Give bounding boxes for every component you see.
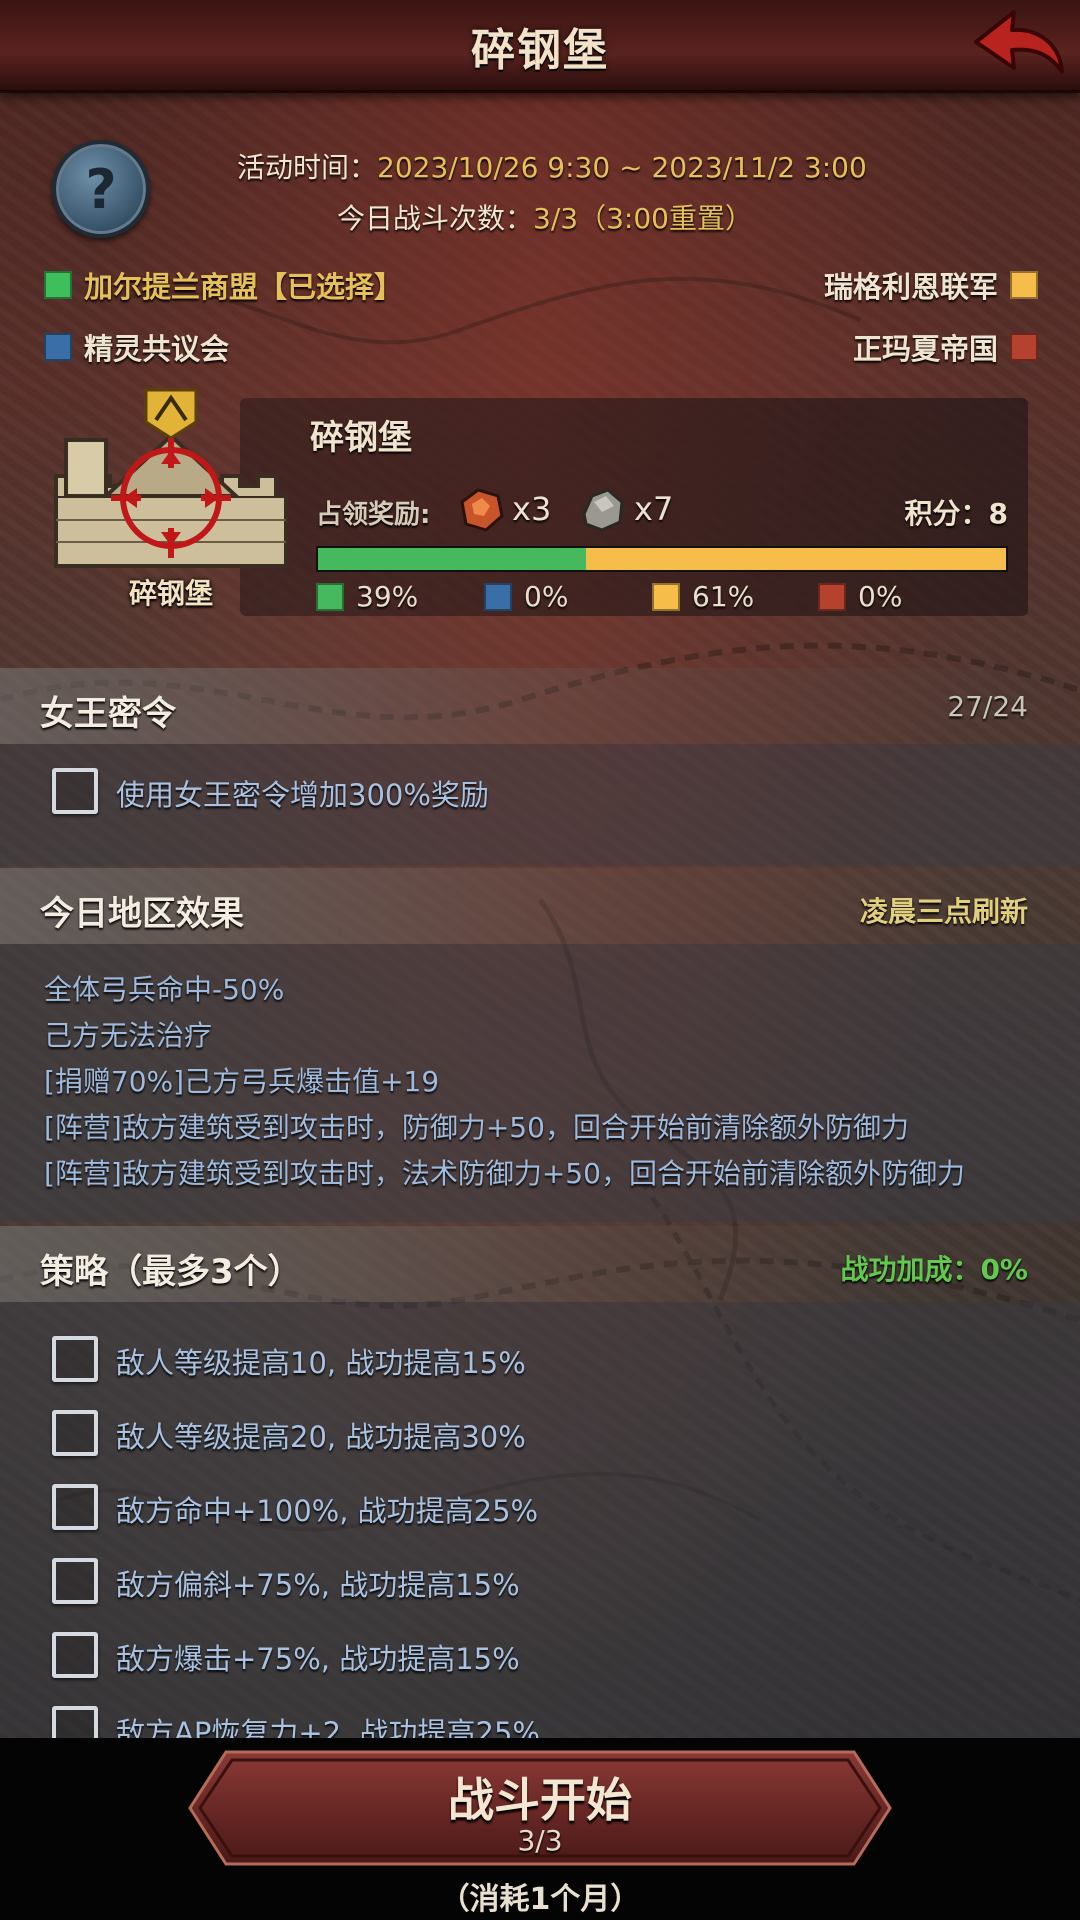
region-effect: [捐赠70%]己方弓兵爆击值+19 [44,1065,440,1098]
castle-score: 积分：8 [905,492,1009,532]
faction-color-swatch [652,582,680,611]
daily-battles-label: 今日战斗次数： [337,202,534,235]
reward-qty: x3 [512,490,552,528]
question-icon: ? [85,157,117,221]
strategy-bonus: 战功加成：0% [840,1253,1028,1286]
region-effects-header: 今日地区效果 凌晨三点刷新 [0,868,1080,944]
back-arrow-icon[interactable] [968,6,1068,86]
faction-color-swatch [1010,271,1038,299]
castle-icon-caption: 碎钢堡 [128,577,213,610]
reward-label: 占领奖励: [316,500,431,530]
start-battle-count: 3/3 [517,1824,563,1857]
reward-item: x3 [456,484,551,534]
share-green: 39% [316,580,418,613]
start-battle-cost: （消耗1个月） [439,1882,641,1917]
strategy-option: 敌人等级提高10, 战功提高15% [116,1346,526,1380]
strategy-checkbox[interactable] [52,1558,98,1604]
start-battle-label: 战斗开始 [448,1773,632,1827]
faction-galtiran: 加尔提兰商盟【已选择】 [44,264,403,306]
faction-empire: 正玛夏帝国 [853,326,1038,368]
faction-label: 瑞格利恩联军 [823,270,998,304]
strategy-option: 敌方命中+100%, 战功提高25% [116,1494,539,1528]
region-refresh-note: 凌晨三点刷新 [859,895,1028,928]
share-value: 0% [524,580,569,613]
daily-battles: 今日战斗次数：3/3（3:00重置） [337,197,753,237]
share-red: 0% [818,580,902,613]
strategy-option: 敌人等级提高20, 战功提高30% [116,1420,526,1454]
event-time-value: 2023/10/26 9:30 ~ 2023/11/2 3:00 [377,151,867,184]
queen-decree-count: 27/24 [947,690,1028,723]
score-value: 8 [988,497,1008,530]
stone-icon [582,488,624,532]
faction-regrion: 瑞格利恩联军 [824,264,1038,306]
region-effect: 己方无法治疗 [44,1019,213,1052]
share-yellow: 61% [652,580,754,613]
region-effect: [阵营]敌方建筑受到攻击时，法术防御力+50，回合开始前清除额外防御力 [44,1157,965,1190]
strategy-header: 策略（最多3个） 战功加成：0% [0,1226,1080,1302]
share-value: 61% [692,580,755,613]
page-title: 碎钢堡 [471,25,609,76]
daily-battles-value: 3/3（3:00重置） [533,202,753,235]
region-effect: 全体弓兵命中-50% [44,973,285,1006]
faction-label: 精灵共议会 [84,332,230,366]
event-time: 活动时间：2023/10/26 9:30 ~ 2023/11/2 3:00 [237,146,867,186]
section-title: 今日地区效果 [40,894,244,934]
faction-color-swatch [818,582,846,611]
progress-segment [318,548,587,570]
queen-decree-checkbox[interactable] [52,768,98,814]
occupation-progress-bar [316,546,1008,572]
top-bar: 碎钢堡 [0,0,1080,93]
queen-decree-option: 使用女王密令增加300%奖励 [116,778,489,812]
faction-elf-council: 精灵共议会 [44,326,229,368]
reward-qty: x7 [634,490,674,528]
score-label: 积分： [904,497,989,530]
section-title: 女王密令 [40,694,176,734]
strategy-checkbox[interactable] [52,1336,98,1382]
help-button[interactable]: ? [52,140,150,238]
queen-decree-header: 女王密令 27/24 [0,668,1080,744]
faction-color-swatch [316,582,344,611]
castle-name: 碎钢堡 [310,418,412,458]
faction-color-swatch [484,582,512,611]
faction-color-swatch [44,333,72,361]
faction-label: 加尔提兰商盟【已选择】 [84,270,404,304]
faction-color-swatch [44,271,72,299]
faction-label: 正玛夏帝国 [852,332,998,366]
progress-segment [586,548,1006,570]
share-blue: 0% [484,580,568,613]
ore-icon [460,488,504,532]
reward-item: x7 [578,484,673,534]
share-value: 39% [356,580,419,613]
strategy-checkbox[interactable] [52,1410,98,1456]
event-time-label: 活动时间： [237,151,378,184]
faction-color-swatch [1010,333,1038,361]
strategy-option: 敌方偏斜+75%, 战功提高15% [116,1568,520,1602]
section-title: 策略（最多3个） [40,1252,302,1292]
share-value: 0% [858,580,903,613]
strategy-option: 敌方爆击+75%, 战功提高15% [116,1642,520,1676]
strategy-checkbox[interactable] [52,1484,98,1530]
region-effect: [阵营]敌方建筑受到攻击时，防御力+50，回合开始前清除额外防御力 [44,1111,909,1144]
strategy-checkbox[interactable] [52,1632,98,1678]
